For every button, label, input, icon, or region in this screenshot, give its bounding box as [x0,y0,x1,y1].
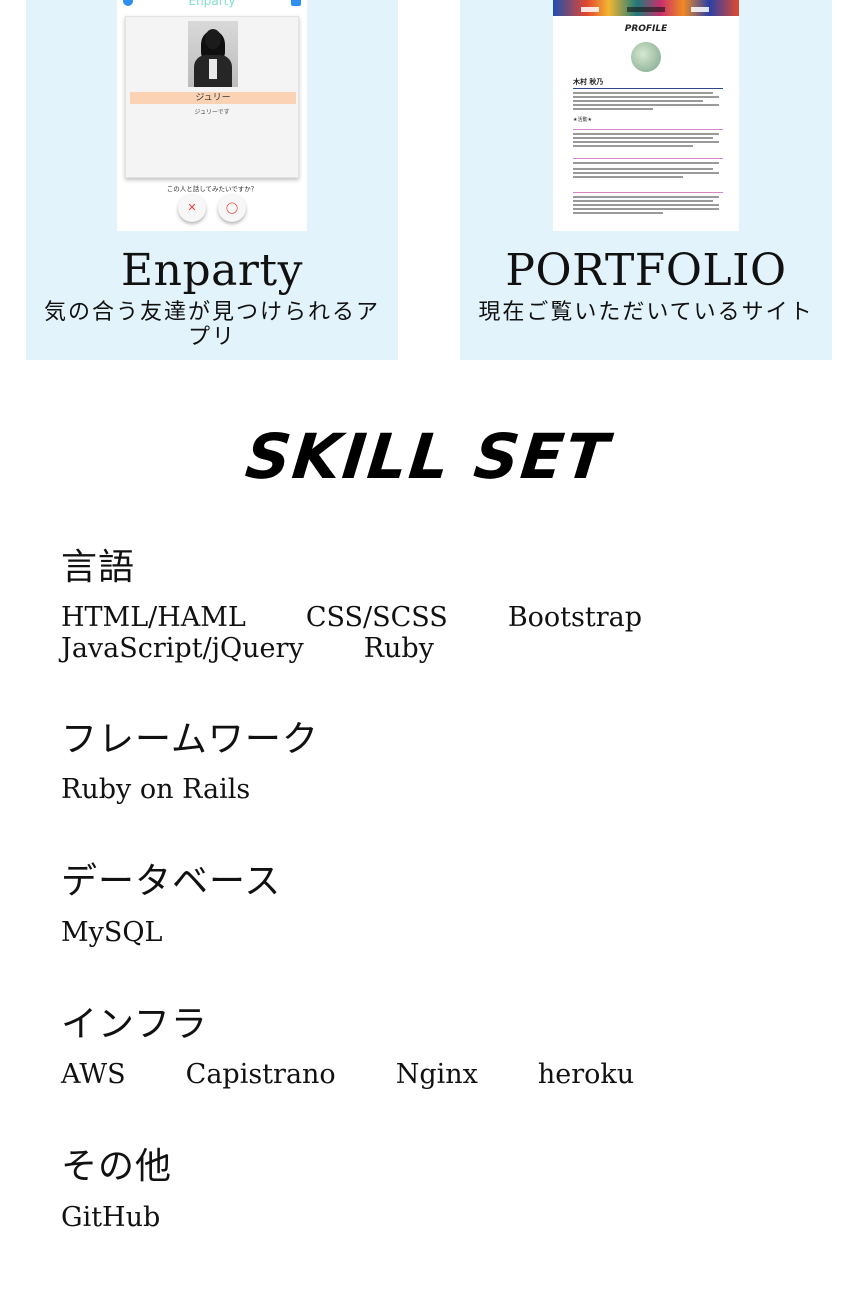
portfolio-heading: PROFILE [624,24,668,34]
skill-category-infrastructure: インフラ [61,1004,208,1045]
skill-list-databases: MySQL [61,917,761,948]
skill-category-databases: データベース [61,861,282,902]
work-card-enparty[interactable]: Enparty ジュリー ジュリーです この人と話してみたいですか？ ✕ ◯ E… [26,0,398,360]
skill-list-languages: HTML/HAML CSS/SCSS Bootstrap JavaScript/jQu… [61,602,761,664]
skill-item: heroku [537,1059,635,1090]
portfolio-banner [553,0,739,16]
skill-list-frameworks: Ruby on Rails [61,774,761,805]
skill-item: Bootstrap [507,602,643,633]
enparty-app-name: Enparty [188,0,236,8]
accept-icon: ◯ [218,194,246,222]
avatar [631,42,661,72]
work-description: 気の合う友達が見つけられるアプリ [43,300,380,350]
skill-set-heading: SKILL SET [242,420,614,493]
work-card-portfolio[interactable]: PROFILE 木村 秋乃 ★活動★ PORTFOLIO 現在ご覧いただいている… [460,0,832,360]
work-description: 現在ご覧いただいているサイト [478,300,814,325]
skill-item: Nginx [395,1059,478,1090]
skill-category-other: その他 [61,1146,173,1187]
skill-item: HTML/HAML [61,602,246,633]
divider [573,88,723,89]
enparty-screenshot: Enparty ジュリー ジュリーです この人と話してみたいですか？ ✕ ◯ [117,0,307,231]
work-title: PORTFOLIO [505,245,787,296]
skill-item: JavaScript/jQuery [61,633,304,664]
portfolio-name: 木村 秋乃 [573,78,604,86]
skill-item: GitHub [61,1202,161,1233]
profile-photo [188,21,238,87]
enparty-profile-card: ジュリー ジュリーです [125,16,299,178]
skill-list-infrastructure: AWS Capistrano Nginx heroku [61,1059,761,1090]
skill-item: MySQL [61,917,163,948]
work-title: Enparty [121,245,303,296]
skill-item: Ruby [363,633,434,664]
message-icon [291,0,301,6]
skill-item: Capistrano [185,1059,336,1090]
portfolio-section-heading: ★活動★ [573,117,592,123]
profile-name: ジュリー [130,92,296,104]
profile-subtext: ジュリーです [194,109,230,116]
divider [573,129,723,130]
skill-item: CSS/SCSS [305,602,448,633]
portfolio-screenshot: PROFILE 木村 秋乃 ★活動★ [553,0,739,231]
skill-category-frameworks: フレームワーク [61,719,319,760]
reject-icon: ✕ [178,194,206,222]
skill-list-other: GitHub [61,1202,761,1233]
enparty-header: Enparty [117,0,307,10]
enparty-question: この人と話してみたいですか？ [166,185,258,193]
skill-item: AWS [61,1059,126,1090]
skill-category-languages: 言語 [61,547,136,588]
skill-item: Ruby on Rails [61,774,251,805]
